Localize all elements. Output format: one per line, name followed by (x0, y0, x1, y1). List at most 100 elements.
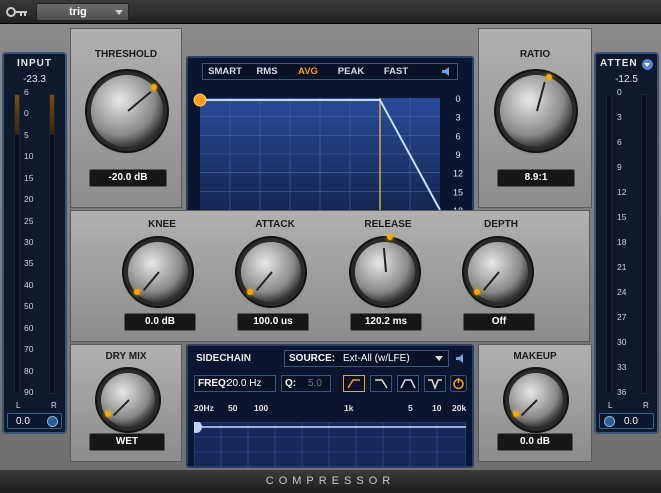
power-icon (453, 378, 464, 390)
preset-name: trig (69, 6, 87, 18)
link-icon[interactable] (47, 416, 58, 427)
sidechain-panel: SIDECHAIN SOURCE: Ext-All (w/LFE) FREQ: … (186, 344, 474, 468)
scale-tick: 90 (24, 387, 34, 397)
curve-handle[interactable] (193, 93, 207, 107)
knob-indicator-dot (134, 289, 140, 295)
y-tick-label: 3 (455, 113, 460, 123)
makeup-panel: MAKEUP 0.0 dB (478, 344, 592, 462)
threshold-label: THRESHOLD (94, 49, 158, 60)
input-meter-value: -23.3 (23, 74, 46, 85)
knob-pointer (127, 90, 152, 112)
link-icon[interactable] (604, 416, 615, 427)
scale-tick: 18 (617, 237, 627, 247)
speaker-icon[interactable] (456, 354, 466, 363)
attack-value[interactable]: 100.0 us (237, 313, 309, 331)
bandpass-filter-button[interactable] (397, 375, 419, 392)
atten-left-label: L (608, 401, 613, 410)
dry-mix-label: DRY MIX (105, 351, 147, 362)
ratio-value[interactable]: 8.9:1 (497, 169, 575, 187)
input-left-label: L (16, 401, 21, 410)
freq-tick-label: 20Hz (194, 403, 214, 413)
scale-tick: 10 (24, 151, 34, 162)
freq-field[interactable]: FREQ: 20.0 Hz (194, 375, 276, 392)
freq-tick-label: 5 (408, 403, 413, 413)
lowpass-filter-button[interactable] (370, 375, 392, 392)
dry-mix-knob[interactable] (101, 373, 155, 427)
atten-field[interactable]: 0.0 (599, 413, 654, 429)
knob-pointer (142, 271, 160, 292)
dry-mix-value[interactable]: WET (89, 433, 165, 451)
scale-tick: 20 (24, 194, 34, 205)
scale-tick: 21 (617, 262, 627, 272)
atten-bar-left (606, 94, 612, 394)
atten-meter: ATTEN -12.5 0 3 6 9 12 15 18 21 24 27 30 33 36 L R 0… (594, 52, 659, 434)
scale-tick: 6 (24, 87, 29, 97)
release-knob[interactable] (355, 242, 415, 302)
scale-tick: 30 (617, 337, 627, 347)
freq-tick-label: 20k (452, 403, 467, 413)
scale-tick: 15 (617, 212, 627, 222)
preset-dropdown[interactable]: trig (36, 3, 129, 21)
y-tick-label: 15 (453, 187, 463, 197)
dropdown-arrow-icon[interactable] (642, 59, 653, 70)
dry-mix-panel: DRY MIX WET (70, 344, 182, 462)
scale-tick: 15 (24, 172, 34, 183)
key-icon[interactable] (6, 6, 28, 18)
atten-field-value: 0.0 (624, 416, 638, 427)
freq-tick-label: 100 (254, 403, 269, 413)
knob-indicator-dot (474, 289, 480, 295)
atten-right-label: R (643, 401, 649, 410)
sidechain-power-button[interactable] (450, 375, 467, 392)
threshold-value[interactable]: -20.0 dB (89, 169, 167, 187)
knob-indicator-dot (546, 74, 552, 80)
knob-pointer (382, 248, 387, 273)
scale-tick: 0 (617, 87, 622, 97)
threshold-panel: THRESHOLD -20.0 dB (70, 28, 182, 208)
input-trim-value: 0.0 (16, 416, 30, 427)
atten-scale: 0 3 6 9 12 15 18 21 24 27 30 33 36 (617, 87, 637, 397)
scale-tick: 36 (617, 387, 627, 397)
freq-tick-label: 50 (228, 403, 238, 413)
ratio-label: RATIO (519, 49, 551, 60)
q-value: 5.0 (308, 378, 322, 389)
makeup-value[interactable]: 0.0 dB (497, 433, 573, 451)
input-scale: 6 0 5 10 15 20 25 30 35 40 50 60 70 80 90 (24, 87, 44, 397)
scale-tick: 35 (24, 258, 34, 269)
notch-filter-button[interactable] (424, 375, 446, 392)
freq-tick-label: 1k (344, 403, 354, 413)
knob-pointer (112, 399, 130, 417)
release-value[interactable]: 120.2 ms (350, 313, 422, 331)
scale-tick: 40 (24, 279, 34, 290)
top-bar: trig (0, 0, 661, 24)
ratio-knob[interactable] (500, 75, 572, 147)
input-meter: INPUT -23.3 6 0 5 10 15 20 25 30 35 40 50 60 70 80 90 … (2, 52, 67, 434)
freq-label: FREQ: (198, 378, 230, 389)
ratio-panel: RATIO 8.9:1 (478, 28, 592, 208)
atten-meter-value: -12.5 (615, 74, 638, 85)
sidechain-eq-plot (194, 422, 466, 467)
input-bar-right (49, 94, 55, 394)
depth-value[interactable]: Off (463, 313, 535, 331)
makeup-knob[interactable] (509, 373, 563, 427)
makeup-label: MAKEUP (513, 351, 557, 362)
q-field[interactable]: Q: 5.0 (281, 375, 331, 392)
knob-indicator-dot (387, 234, 393, 240)
input-right-label: R (51, 401, 57, 410)
knee-value[interactable]: 0.0 dB (124, 313, 196, 331)
knee-label: KNEE (148, 219, 176, 230)
highpass-filter-button[interactable] (343, 375, 365, 392)
source-dropdown[interactable]: SOURCE: Ext-All (w/LFE) (284, 350, 449, 367)
attack-label: ATTACK (255, 219, 295, 230)
scale-tick: 9 (617, 162, 622, 172)
scale-tick: 60 (24, 322, 34, 333)
q-label: Q: (285, 378, 297, 389)
input-trim-field[interactable]: 0.0 (7, 413, 62, 429)
footer: COMPRESSOR (0, 470, 661, 493)
input-meter-title: INPUT (17, 58, 52, 69)
scale-tick: 25 (24, 215, 34, 226)
chevron-down-icon (115, 10, 123, 15)
chevron-down-icon (435, 356, 443, 361)
scale-tick: 70 (24, 344, 34, 355)
knob-indicator-dot (247, 289, 253, 295)
scale-tick: 3 (617, 112, 622, 122)
